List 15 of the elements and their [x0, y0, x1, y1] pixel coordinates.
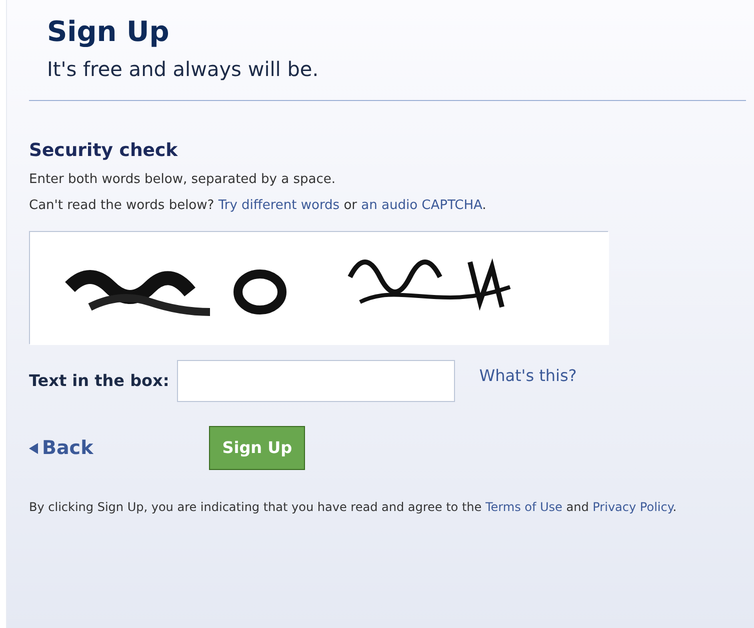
text-link[interactable]: Privacy Policy — [592, 500, 673, 514]
text-input[interactable] — [177, 360, 456, 402]
back-link[interactable]: Back — [29, 434, 94, 463]
page-subtitle: It's free and always will be. — [47, 56, 320, 84]
terms-text: By clicking Sign Up, you are indicating that you have read and agree to the Terms of Use and Privacy Policy. — [29, 499, 678, 516]
text-link[interactable]: an audio CAPTCHA — [361, 198, 482, 213]
section-heading: Security check — [29, 139, 179, 164]
text-link[interactable]: Terms of Use — [485, 500, 562, 514]
page-title: Sign Up — [47, 14, 170, 50]
instruction-text: Enter both words below, separated by a space. — [29, 171, 336, 190]
text-link[interactable]: Try different words — [218, 198, 340, 213]
field-label: Text in the box: — [29, 370, 170, 392]
instruction-text: Can't read the words below? Try different words or an audio CAPTCHA. — [29, 196, 488, 215]
help-link[interactable]: What's this? — [479, 364, 577, 388]
triangle-icon — [29, 442, 38, 454]
